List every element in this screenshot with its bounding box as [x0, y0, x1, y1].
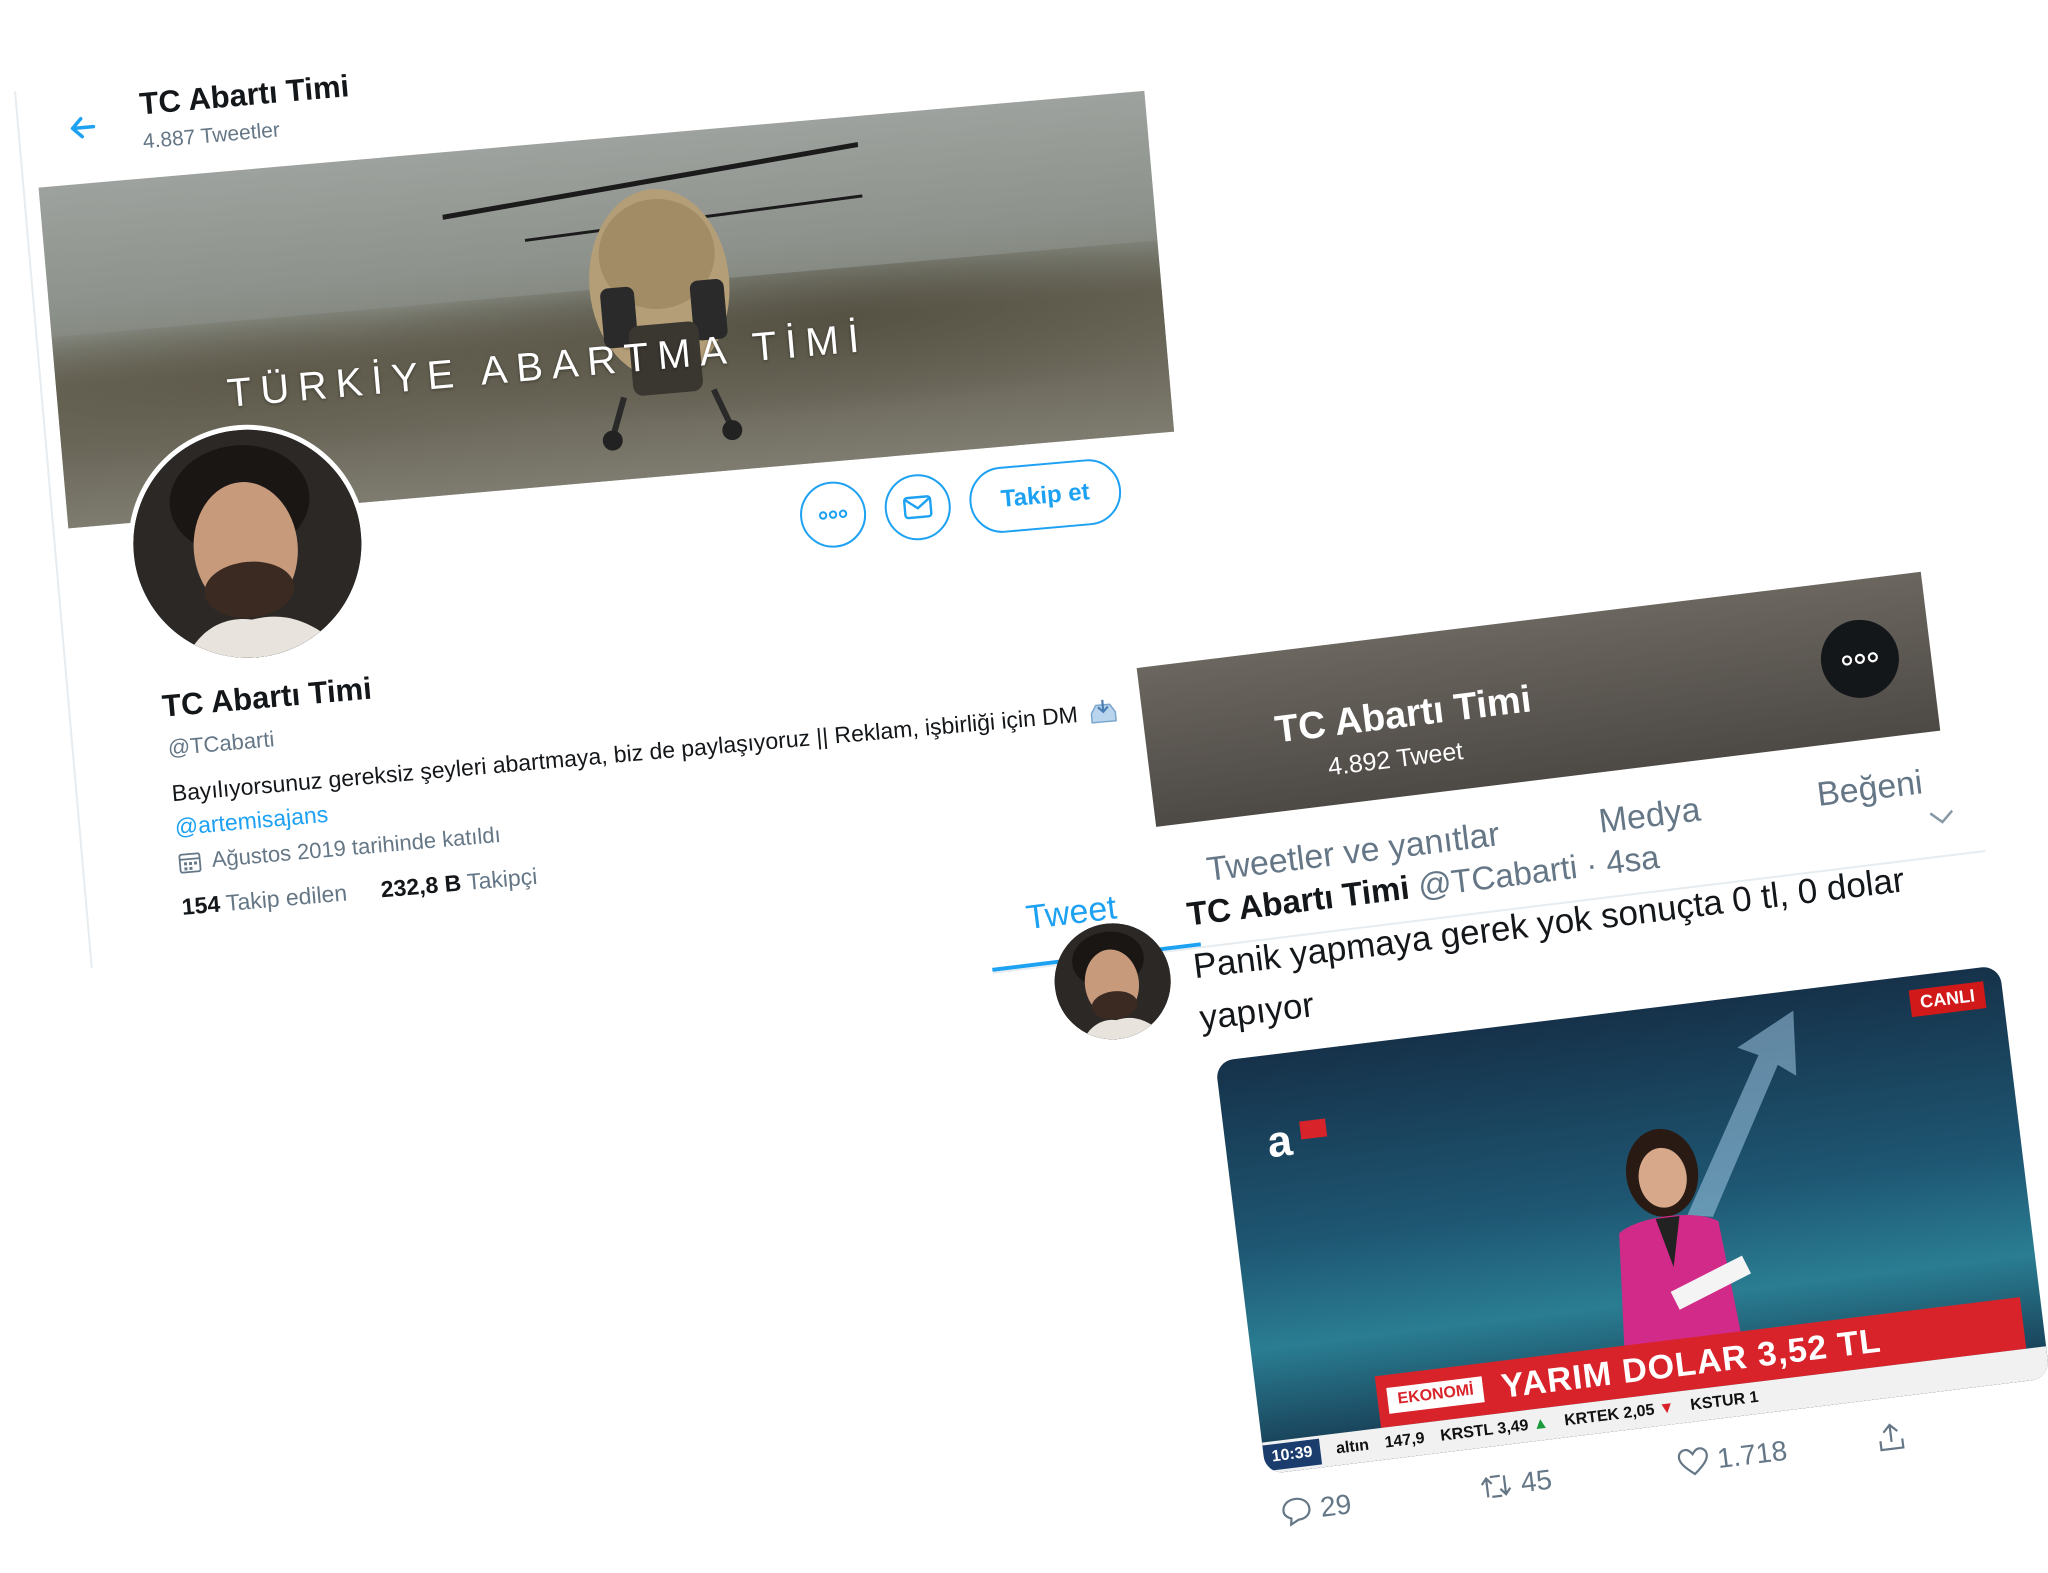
followers-link[interactable]: 232,8 B Takipçi — [380, 863, 539, 904]
tab-likes[interactable]: Beğeni — [1815, 763, 1925, 815]
message-button[interactable] — [881, 471, 954, 543]
like-button[interactable]: 1.718 — [1676, 1435, 1789, 1480]
live-badge: CANLI — [1908, 981, 1987, 1018]
following-label: Takip edilen — [224, 879, 349, 916]
bio-mention-link[interactable]: @artemisajans — [174, 801, 329, 840]
like-count: 1.718 — [1715, 1434, 1789, 1475]
back-button[interactable] — [62, 106, 105, 149]
bio-text: Bayılıyorsunuz gereksiz şeyleri abartmay… — [170, 701, 1079, 807]
chevron-down-icon[interactable] — [1926, 805, 1958, 829]
reply-button[interactable]: 29 — [1279, 1488, 1354, 1528]
tweet-media-image[interactable]: CANLI a EKONOMİ YARIM DOLAR 3,52 TL 10:3… — [1215, 965, 2048, 1475]
ticker-item: KRTEK 2,05 ▼ — [1563, 1399, 1675, 1430]
follow-stats: 154 Takip edilen 232,8 B Takipçi — [181, 863, 539, 921]
channel-logo-icon: a — [1265, 1116, 1328, 1168]
ticker-time: 10:39 — [1262, 1438, 1323, 1472]
ticker-item: 147,9 — [1383, 1429, 1426, 1452]
ticker-value: KRTEK 2,05 — [1563, 1401, 1656, 1430]
share-icon — [1879, 1423, 1905, 1452]
tab-media[interactable]: Medya — [1597, 791, 1703, 842]
heart-icon — [1677, 1447, 1708, 1476]
reply-bubble-icon — [1282, 1497, 1311, 1527]
share-button[interactable] — [1874, 1420, 1907, 1453]
following-count: 154 — [180, 890, 222, 920]
ticker-value: KRSTL 3,49 — [1439, 1417, 1530, 1445]
more-options-button[interactable] — [1816, 615, 1904, 703]
follow-button[interactable]: Takip et — [966, 456, 1124, 536]
down-triangle-icon: ▼ — [1657, 1399, 1676, 1418]
followers-label: Takipçi — [465, 862, 539, 895]
ellipsis-icon — [1841, 652, 1878, 666]
envelope-icon — [902, 495, 933, 520]
up-triangle-icon: ▲ — [1531, 1414, 1550, 1434]
ticker-item: altın — [1335, 1436, 1370, 1458]
following-link[interactable]: 154 Takip edilen — [181, 879, 349, 920]
retweet-icon — [1480, 1474, 1512, 1498]
calendar-icon — [178, 852, 202, 874]
retweet-count: 45 — [1518, 1463, 1554, 1499]
reply-count: 29 — [1318, 1488, 1354, 1523]
news-segment-label: EKONOMİ — [1386, 1376, 1486, 1414]
helicopter-image — [437, 135, 886, 451]
profile-handle: @TCabarti — [166, 726, 276, 761]
followers-count: 232,8 B — [379, 869, 463, 903]
tweet-time[interactable]: · 4sa — [1584, 838, 1661, 884]
tweet-author-avatar[interactable] — [1048, 916, 1178, 1046]
avatar-portrait-image — [1048, 916, 1178, 1046]
ticker-item: KRSTL 3,49 ▲ — [1439, 1415, 1549, 1446]
svg-text:a: a — [1265, 1116, 1296, 1168]
header-title: TC Abartı Timi — [138, 68, 351, 122]
profile-name: TC Abartı Timi — [160, 670, 374, 724]
more-options-button[interactable] — [797, 478, 869, 551]
tweet-screenshot: TC Abartı Timi 4.892 Tweet Tweet Tweetle… — [958, 558, 2048, 1563]
back-arrow-icon — [70, 116, 96, 139]
compact-header-title: TC Abartı Timi — [1272, 678, 1534, 752]
ellipsis-icon — [818, 509, 848, 520]
ticker-item: KSTUR 1 — [1689, 1388, 1760, 1415]
header-tweet-count: 4.887 Tweetler — [141, 118, 281, 154]
retweet-button[interactable]: 45 — [1477, 1464, 1554, 1505]
